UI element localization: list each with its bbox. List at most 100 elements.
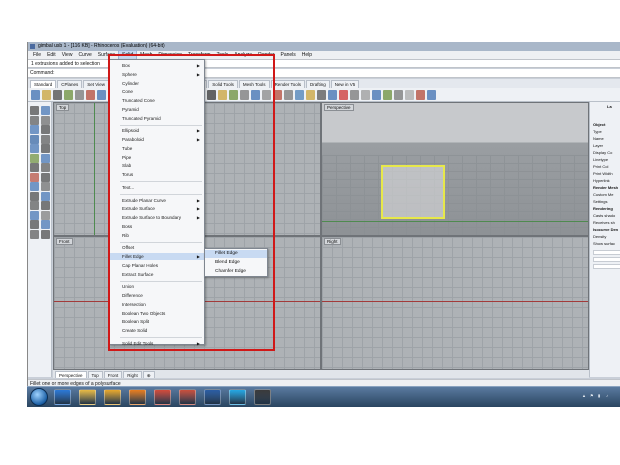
ie-icon[interactable] — [54, 389, 71, 405]
tray-icon[interactable]: ▲ — [582, 393, 586, 398]
rhino-icon[interactable] — [254, 389, 271, 405]
skype-icon[interactable] — [229, 389, 246, 405]
toolbar-tab[interactable]: Render Tools — [270, 80, 305, 88]
viewport-label-front[interactable]: Front — [56, 238, 73, 245]
property-field-label: Casts shado — [593, 213, 616, 218]
palette-tool-icon[interactable] — [41, 134, 50, 144]
app-icon[interactable] — [179, 389, 196, 405]
toolbar-tab[interactable]: Drafting — [306, 80, 330, 88]
palette-tool-icon[interactable] — [41, 144, 50, 153]
menu-help[interactable]: Help — [299, 51, 315, 60]
toolbar-tab[interactable]: CPlanes — [57, 80, 83, 88]
toolbar-tool-icon[interactable] — [295, 90, 304, 100]
palette-tool-icon[interactable] — [30, 182, 39, 191]
viewport-right[interactable]: Right — [321, 236, 589, 370]
menu-file[interactable]: File — [30, 51, 44, 60]
viewport-label-perspective[interactable]: Perspective — [324, 104, 354, 111]
selected-box-object[interactable] — [381, 165, 445, 219]
menu-view[interactable]: View — [59, 51, 76, 60]
viewport-tab[interactable]: Right — [123, 371, 142, 378]
viewport-tab[interactable]: Perspective — [55, 371, 87, 378]
toolbar-tool-icon[interactable] — [284, 90, 293, 100]
toolbar-tab[interactable]: New in V5 — [330, 80, 360, 88]
tray-icon[interactable]: ♪ — [606, 393, 608, 398]
palette-tool-icon[interactable] — [30, 106, 39, 115]
toolbar-tool-icon[interactable] — [306, 90, 315, 100]
toolbar-tool-icon[interactable] — [350, 90, 359, 100]
palette-tool-icon[interactable] — [41, 163, 50, 172]
palette-tool-icon[interactable] — [41, 201, 50, 210]
palette-tool-icon[interactable] — [41, 172, 50, 182]
palette-tool-icon[interactable] — [30, 153, 39, 163]
toolbar-tool-icon[interactable] — [53, 90, 62, 100]
palette-tool-icon[interactable] — [30, 210, 39, 220]
palette-tool-icon[interactable] — [41, 220, 50, 229]
media-player-icon[interactable] — [104, 389, 121, 405]
palette-tool-icon[interactable] — [30, 220, 39, 229]
toolbar-tool-icon[interactable] — [339, 90, 348, 100]
menu-panels[interactable]: Panels — [278, 51, 299, 60]
toolbar-tool-icon[interactable] — [394, 90, 403, 100]
toolbar-tool-icon[interactable] — [317, 90, 326, 100]
toolbar-tool-icon[interactable] — [372, 90, 381, 100]
palette-tool-icon[interactable] — [30, 201, 39, 210]
toolbar-tool-icon[interactable] — [416, 90, 425, 100]
palette-tool-icon[interactable] — [41, 210, 50, 220]
lync-icon[interactable] — [204, 389, 221, 405]
toolbar-tab[interactable]: Standard — [30, 80, 57, 88]
palette-tool-icon[interactable] — [30, 115, 39, 125]
section-isocurve: Isocurve Den — [593, 227, 619, 232]
firefox-icon[interactable] — [129, 389, 146, 405]
palette-tool-icon[interactable] — [30, 229, 39, 239]
property-field-label: Settings — [593, 199, 608, 204]
palette-tool-icon[interactable] — [30, 163, 39, 172]
palette-tool-icon[interactable] — [30, 125, 39, 134]
viewport-tab[interactable]: Front — [103, 371, 123, 378]
toolbar-tab[interactable]: Set View — [83, 80, 109, 88]
properties-tab[interactable]: La — [607, 104, 612, 109]
toolbar-tool-icon[interactable] — [64, 90, 73, 100]
palette-tool-icon[interactable] — [41, 115, 50, 125]
toolbar-tool-icon[interactable] — [97, 90, 106, 100]
menu-edit[interactable]: Edit — [44, 51, 59, 60]
toolbar-tool-icon[interactable] — [427, 90, 436, 100]
viewport-tab[interactable]: Top — [87, 371, 103, 378]
toolbar-tool-icon[interactable] — [75, 90, 84, 100]
palette-tool-icon[interactable] — [41, 153, 50, 163]
toolbar-tool-icon[interactable] — [42, 90, 51, 100]
tray-icon[interactable]: ⚑ — [590, 393, 594, 398]
property-button[interactable] — [593, 257, 620, 262]
toolbar-tool-icon[interactable] — [328, 90, 337, 100]
viewport-tab[interactable]: ⊕ — [142, 371, 155, 378]
property-button[interactable] — [593, 264, 620, 269]
menu-curve[interactable]: Curve — [75, 51, 94, 60]
property-button[interactable] — [593, 250, 620, 255]
palette-tool-icon[interactable] — [41, 125, 50, 134]
palette-tool-icon[interactable] — [30, 144, 39, 153]
palette-tool-icon[interactable] — [41, 191, 50, 201]
chrome-icon[interactable] — [154, 389, 171, 405]
app-icon — [30, 44, 35, 49]
palette-tool-icon[interactable] — [41, 182, 50, 191]
property-field-label: Name — [593, 136, 604, 141]
tray-icon[interactable]: ▮ — [598, 393, 600, 398]
palette-tool-icon[interactable] — [30, 134, 39, 144]
toolbar-tool-icon[interactable] — [405, 90, 414, 100]
section-render-mesh: Render Mesh — [593, 185, 619, 190]
palette-tool-icon[interactable] — [41, 106, 50, 115]
explorer-icon[interactable] — [79, 389, 96, 405]
viewport-label-top[interactable]: Top — [56, 104, 70, 111]
palette-tool-icon[interactable] — [41, 229, 50, 239]
toolbar-tool-icon[interactable] — [86, 90, 95, 100]
viewport-label-right[interactable]: Right — [324, 238, 341, 245]
viewport-perspective[interactable]: Perspective — [321, 102, 589, 236]
property-field-label: Type — [593, 129, 602, 134]
toolbar-tool-icon[interactable] — [31, 90, 40, 100]
start-button[interactable] — [30, 388, 48, 406]
toolbar-tool-icon[interactable] — [361, 90, 370, 100]
toolbar-tool-icon[interactable] — [383, 90, 392, 100]
palette-tool-icon[interactable] — [30, 172, 39, 182]
palette-tool-icon[interactable] — [30, 191, 39, 201]
section-object: Object — [593, 122, 606, 127]
property-field-label: Print Col — [593, 164, 609, 169]
